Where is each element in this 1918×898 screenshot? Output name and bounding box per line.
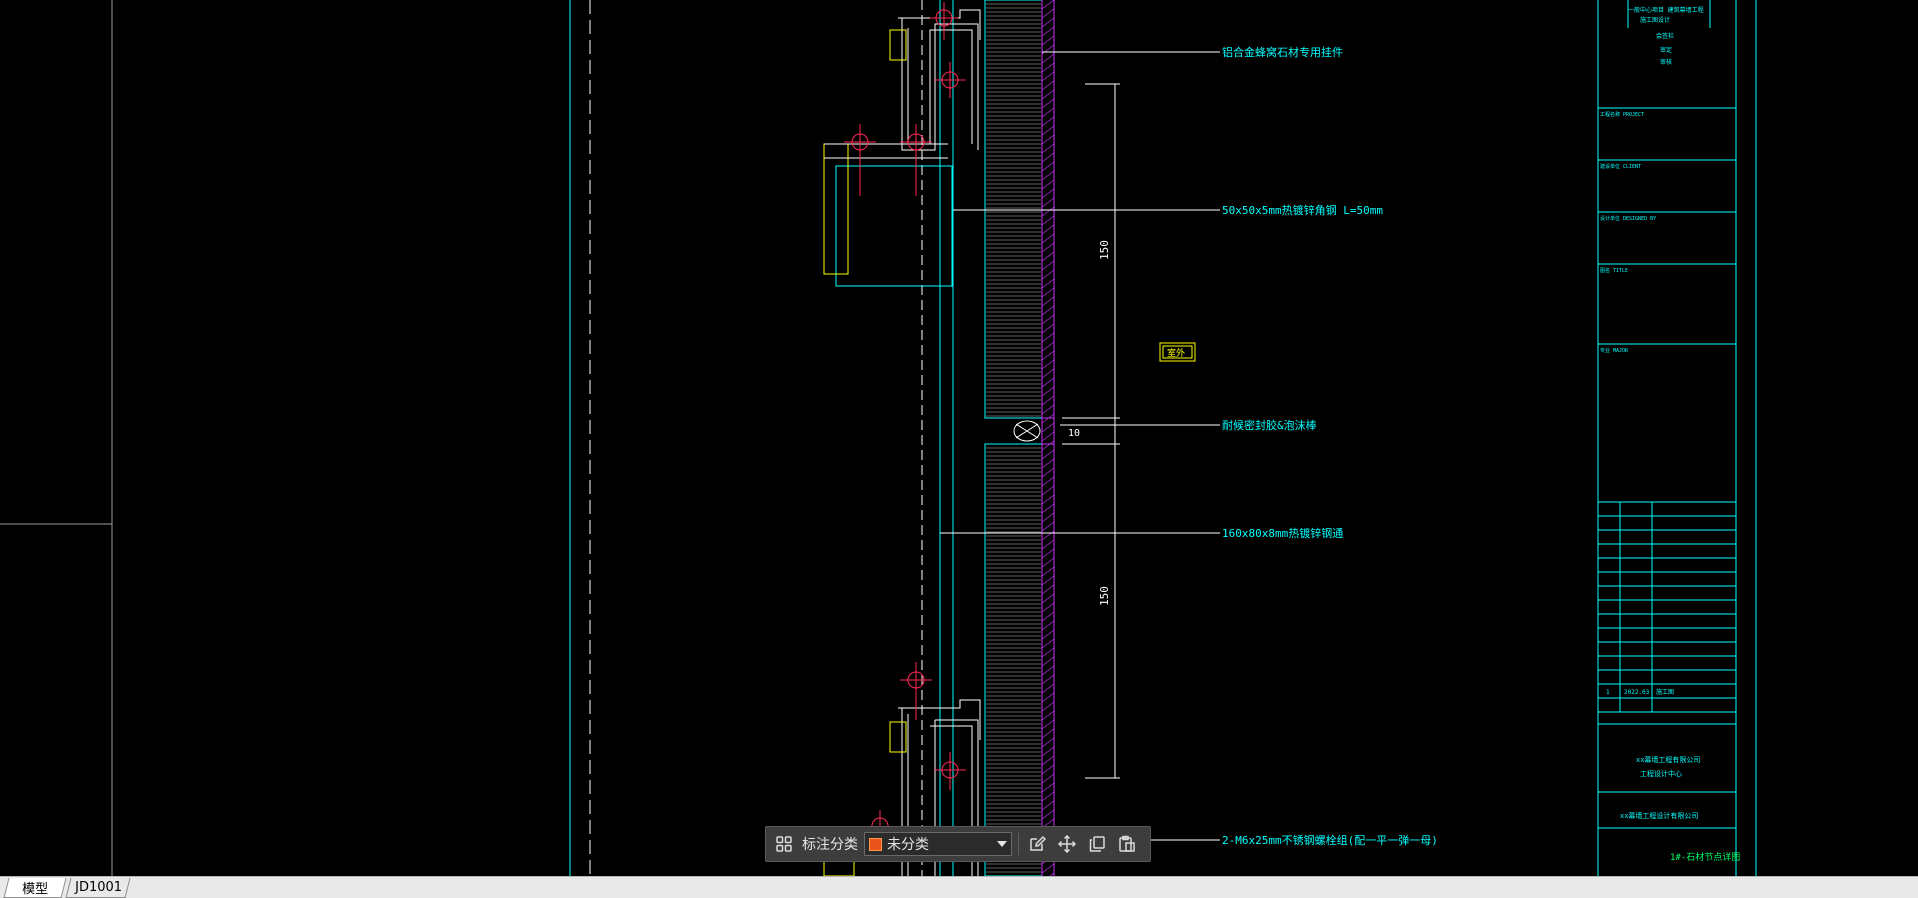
tb-header-4: 审核 — [1660, 58, 1672, 66]
layout-tabbar: 模型 JD1001 — [0, 876, 1918, 898]
tab-jd1001-label: JD1001 — [74, 880, 122, 895]
paste-icon[interactable] — [1115, 832, 1139, 856]
cad-drawing: 150 10 150 室外 铝合金蜂窝石材专用挂件 50x50x5mm热镀锌角钢… — [0, 0, 1757, 876]
tab-jd1001[interactable]: JD1001 — [65, 878, 131, 898]
grid-icon[interactable] — [772, 832, 796, 856]
callout-tube: 160x80x8mm热镀锌钢通 — [1222, 526, 1343, 540]
callout-angle: 50x50x5mm热镀锌角钢 L=50mm — [1222, 203, 1383, 217]
tb-company-0: xx幕墙工程有限公司 — [1636, 755, 1700, 764]
tb-header-0: 一般中心项目 建筑幕墙工程 — [1628, 6, 1704, 14]
tb-section-2: 设计单位 DESIGNED BY — [1600, 215, 1656, 222]
tb-rev-1: 2022.03 — [1624, 689, 1650, 696]
move-icon[interactable] — [1055, 832, 1079, 856]
chevron-down-icon — [997, 841, 1007, 847]
tb-header-1: 施工图设计 — [1640, 16, 1670, 24]
dim-lower: 150 — [1098, 586, 1111, 606]
tb-header-3: 审定 — [1660, 46, 1672, 54]
category-value: 未分类 — [887, 837, 929, 853]
outdoor-tag: 室外 — [1167, 347, 1185, 359]
drawing-canvas[interactable]: 150 10 150 室外 铝合金蜂窝石材专用挂件 50x50x5mm热镀锌角钢… — [0, 0, 1918, 876]
dim-joint: 10 — [1068, 428, 1080, 439]
tb-rev-0: 1 — [1606, 689, 1610, 696]
dim-upper: 150 — [1098, 240, 1111, 260]
callout-sealant: 耐候密封胶&泡沫棒 — [1222, 418, 1317, 432]
tb-section-1: 建设单位 CLIENT — [1600, 163, 1641, 170]
tb-rev-2: 施工图 — [1656, 688, 1674, 696]
edit-icon[interactable] — [1025, 832, 1049, 856]
annotation-toolbar: 标注分类 未分类 — [765, 826, 1151, 862]
tb-section-3: 图名 TITLE — [1600, 267, 1628, 274]
tb-project-name: xx幕墙工程设计有限公司 — [1620, 811, 1698, 820]
tab-model-label: 模型 — [22, 882, 49, 897]
callout-clip: 铝合金蜂窝石材专用挂件 — [1222, 45, 1343, 59]
tb-company-1: 工程设计中心 — [1640, 769, 1682, 778]
tb-section-4: 专业 MAJOR — [1600, 347, 1629, 354]
category-color-swatch — [869, 837, 882, 851]
tb-header-2: 会签栏 — [1656, 32, 1674, 40]
toolbar-divider — [1018, 833, 1019, 855]
copy-icon[interactable] — [1085, 832, 1109, 856]
tb-sheet-title: 1#-石材节点详图 — [1670, 851, 1740, 863]
tb-section-0: 工程名称 PROJECT — [1600, 111, 1644, 118]
callout-bolt: 2-M6x25mm不锈钢螺栓组(配一平一弹一母) — [1222, 833, 1438, 847]
category-label: 标注分类 — [802, 837, 858, 853]
tab-model[interactable]: 模型 — [3, 878, 67, 898]
category-select[interactable]: 未分类 — [864, 832, 1012, 856]
